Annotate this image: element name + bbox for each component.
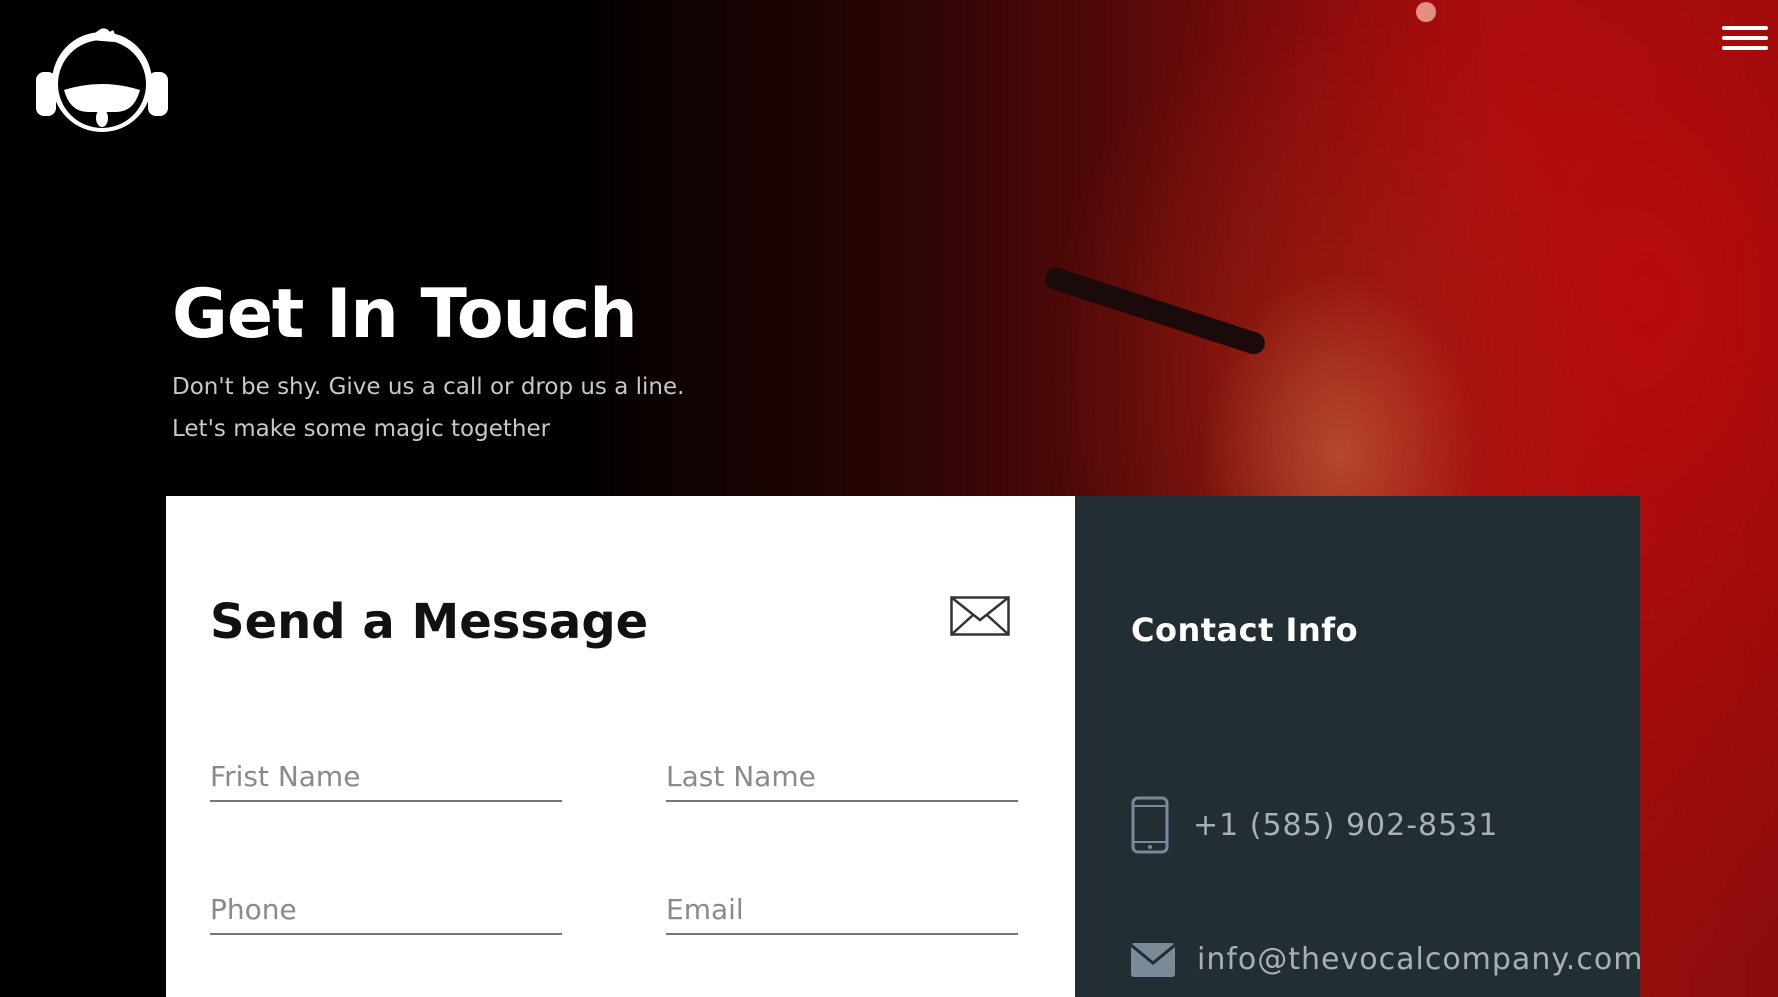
envelope-outline-icon bbox=[950, 596, 1010, 636]
headphone-mascot-logo[interactable] bbox=[30, 20, 174, 136]
send-message-panel: Send a Message bbox=[166, 496, 1075, 997]
contact-email-text: info@thevocalcompany.com bbox=[1197, 942, 1644, 977]
phone-input[interactable] bbox=[210, 885, 562, 935]
contact-phone-row[interactable]: +1 (585) 902-8531 bbox=[1131, 796, 1498, 854]
mobile-phone-icon bbox=[1131, 796, 1169, 854]
contact-info-panel: Contact Info +1 (585) 902-8531 info@thev… bbox=[1075, 496, 1643, 997]
envelope-filled-icon bbox=[1131, 942, 1175, 977]
stage-light bbox=[1416, 2, 1436, 22]
hamburger-menu-icon[interactable] bbox=[1722, 26, 1768, 60]
hero-subtitle-line-1: Don't be shy. Give us a call or drop us … bbox=[172, 374, 685, 400]
contact-info-title: Contact Info bbox=[1131, 611, 1359, 649]
page-title: Get In Touch bbox=[172, 275, 638, 354]
first-name-input[interactable] bbox=[210, 752, 562, 802]
contact-email-row[interactable]: info@thevocalcompany.com bbox=[1131, 942, 1643, 977]
contact-phone-text: +1 (585) 902-8531 bbox=[1193, 807, 1499, 843]
hero-subtitle-line-2: Let's make some magic together bbox=[172, 416, 551, 442]
form-title: Send a Message bbox=[210, 594, 649, 650]
last-name-input[interactable] bbox=[666, 752, 1018, 802]
hero-subtitle: Don't be shy. Give us a call or drop us … bbox=[172, 366, 684, 450]
hero-singer-image bbox=[1040, 225, 1560, 525]
email-input[interactable] bbox=[666, 885, 1018, 935]
